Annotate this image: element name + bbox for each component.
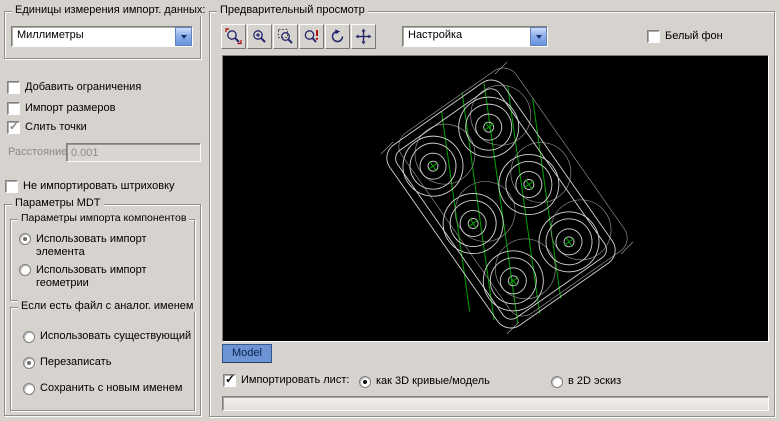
progress-bar (222, 396, 769, 411)
zoom-to-selection-button[interactable] (299, 24, 324, 49)
zoom-to-fit-icon (225, 28, 242, 45)
units-combobox[interactable]: Миллиметры (11, 26, 193, 47)
rotate-view-icon (329, 28, 346, 45)
rotate-view-button[interactable] (325, 24, 350, 49)
use-feature-import-label: Использовать импорт элемента (36, 233, 184, 259)
use-feature-import-radio[interactable]: Использовать импорт элемента (19, 233, 184, 259)
wireframe-model (223, 56, 768, 341)
mdt-group-title: Параметры MDT (12, 197, 104, 209)
save-new-name-label: Сохранить с новым именем (40, 382, 182, 395)
pan-icon (355, 28, 372, 45)
zoom-in-out-icon (251, 28, 268, 45)
mdt-groupbox: Параметры MDT Параметры импорта компонен… (4, 204, 201, 416)
radio-circle[interactable] (19, 233, 31, 245)
units-combobox-dropdown-button[interactable] (175, 27, 192, 46)
radio-dot (27, 361, 31, 365)
import-dimensions-label: Импорт размеров (25, 102, 115, 115)
merge-points-checkbox[interactable]: ✓ Слить точки (7, 121, 87, 134)
overwrite-label: Перезаписать (40, 356, 111, 369)
preview-canvas[interactable] (222, 55, 769, 342)
dxf-import-dialog: { "colors": { "dialog_bg": "#d6d3ce", "a… (0, 0, 780, 421)
checkbox-box[interactable]: ✓ (7, 121, 20, 134)
import-as-3d-label: как 3D кривые/модель (376, 375, 490, 388)
radio-circle[interactable] (23, 357, 35, 369)
preview-group-title: Предварительный просмотр (217, 4, 368, 16)
zoom-to-fit-button[interactable] (221, 24, 246, 49)
check-icon: ✓ (9, 120, 19, 133)
distance-row: Расстояние: (8, 146, 70, 159)
import-as-2d-label: в 2D эскиз (568, 375, 621, 388)
use-existing-label: Использовать существующий (40, 330, 191, 343)
import-as-3d-radio[interactable]: как 3D кривые/модель (359, 375, 490, 388)
zoom-to-area-icon (277, 28, 294, 45)
chevron-down-icon (181, 35, 187, 39)
radio-circle[interactable] (551, 376, 563, 388)
add-constraints-label: Добавить ограничения (25, 81, 141, 94)
checkbox-box[interactable] (7, 102, 20, 115)
view-settings-combobox-value: Настройка (403, 27, 530, 46)
merge-points-label: Слить точки (25, 121, 87, 134)
checkbox-box[interactable]: ✓ (223, 374, 236, 387)
checkbox-box[interactable] (647, 30, 660, 43)
units-combobox-value: Миллиметры (12, 27, 175, 46)
white-background-checkbox[interactable]: Белый фон (647, 30, 723, 43)
no-hatch-checkbox[interactable]: Не импортировать штриховку (5, 180, 175, 193)
check-icon: ✓ (225, 373, 235, 386)
view-settings-combobox[interactable]: Настройка (402, 26, 548, 47)
use-geometry-import-label: Использовать импорт геометрии (36, 264, 184, 290)
view-settings-dropdown-button[interactable] (530, 27, 547, 46)
checkbox-box[interactable] (5, 180, 18, 193)
radio-circle[interactable] (23, 331, 35, 343)
checkbox-box[interactable] (7, 81, 20, 94)
radio-circle[interactable] (359, 376, 371, 388)
component-import-groupbox: Параметры импорта компонентов Использова… (10, 219, 195, 301)
zoom-in-out-button[interactable] (247, 24, 272, 49)
radio-circle[interactable] (23, 383, 35, 395)
import-sheet-label: Импортировать лист: (241, 374, 349, 387)
preview-toolbar (221, 24, 377, 49)
radio-dot (363, 380, 367, 384)
radio-circle[interactable] (19, 264, 31, 276)
preview-groupbox: Предварительный просмотр (209, 11, 775, 417)
use-existing-radio[interactable]: Использовать существующий (23, 330, 191, 343)
pan-button[interactable] (351, 24, 376, 49)
radio-dot (23, 237, 27, 241)
import-dimensions-checkbox[interactable]: Импорт размеров (7, 102, 115, 115)
units-group-title: Единицы измерения импорт. данных: (12, 4, 208, 16)
same-name-group-title: Если есть файл с аналог. именем (18, 300, 196, 312)
component-import-group-title: Параметры импорта компонентов (18, 212, 189, 224)
chevron-down-icon (536, 35, 542, 39)
import-sheet-checkbox[interactable]: ✓ Импортировать лист: (223, 374, 349, 387)
units-groupbox: Единицы измерения импорт. данных: Миллим… (4, 11, 201, 59)
model-sheet-tab[interactable]: Model (222, 344, 272, 363)
zoom-to-area-button[interactable] (273, 24, 298, 49)
add-constraints-checkbox[interactable]: Добавить ограничения (7, 81, 141, 94)
zoom-to-selection-icon (303, 28, 320, 45)
white-background-label: Белый фон (665, 30, 723, 43)
distance-input[interactable] (66, 143, 201, 162)
save-new-name-radio[interactable]: Сохранить с новым именем (23, 382, 182, 395)
same-name-groupbox: Если есть файл с аналог. именем Использо… (10, 307, 195, 411)
no-hatch-label: Не импортировать штриховку (23, 180, 175, 193)
overwrite-radio[interactable]: Перезаписать (23, 356, 111, 369)
import-as-2d-radio[interactable]: в 2D эскиз (551, 375, 621, 388)
distance-label: Расстояние: (8, 146, 70, 159)
use-geometry-import-radio[interactable]: Использовать импорт геометрии (19, 264, 184, 290)
